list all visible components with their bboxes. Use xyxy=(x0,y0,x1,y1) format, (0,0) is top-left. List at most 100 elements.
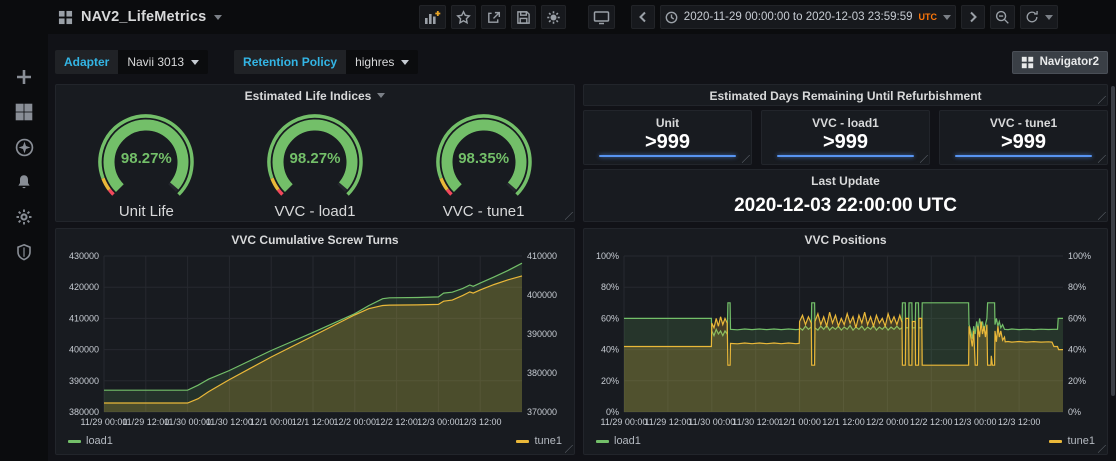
svg-text:390000: 390000 xyxy=(527,329,557,339)
dashboards-icon[interactable] xyxy=(13,101,35,123)
time-picker-button[interactable]: 2020-11-29 00:00:00 to 2020-12-03 23:59:… xyxy=(659,5,956,29)
stat-title[interactable]: Unit xyxy=(584,111,751,130)
legend-swatch-load1 xyxy=(596,439,609,443)
adapter-label: Adapter xyxy=(55,50,119,74)
sidebar xyxy=(0,0,48,461)
legend-load1[interactable]: load1 xyxy=(68,435,113,447)
svg-text:40%: 40% xyxy=(601,345,619,355)
stat-value: >999 xyxy=(1000,131,1047,153)
time-range-back-button[interactable] xyxy=(630,5,655,29)
svg-text:12/3 12:00: 12/3 12:00 xyxy=(998,417,1041,427)
screw-turns-chart[interactable]: 380000 390000 400000 410000 420000 430000 3700… xyxy=(58,250,572,434)
adapter-variable: Adapter Navii 3013 xyxy=(55,50,209,74)
retention-policy-caret-icon xyxy=(401,59,410,65)
gauge-unit-life: 98.27% Unit Life xyxy=(66,106,226,220)
svg-text:12/1 12:00: 12/1 12:00 xyxy=(292,417,335,427)
panel-title-vvc-positions[interactable]: VVC Positions xyxy=(584,229,1107,250)
time-range-forward-button[interactable] xyxy=(961,5,985,29)
create-plus-icon[interactable] xyxy=(13,66,35,88)
explore-compass-icon[interactable] xyxy=(13,136,35,158)
legend-tune1[interactable]: tune1 xyxy=(516,435,562,447)
dashboard-title-caret-icon[interactable] xyxy=(214,14,223,20)
svg-text:12/3 00:00: 12/3 00:00 xyxy=(954,417,997,427)
svg-text:11/30 12:00: 11/30 12:00 xyxy=(732,417,779,427)
gauge-vvc-tune1: 98.35% VVC - tune1 xyxy=(404,106,564,220)
panel-title-days-remaining[interactable]: Estimated Days Remaining Until Refurbish… xyxy=(584,85,1107,106)
svg-text:12/1 00:00: 12/1 00:00 xyxy=(250,417,293,427)
dashboard-title[interactable]: NAV2_LifeMetrics xyxy=(81,9,206,25)
share-button[interactable] xyxy=(480,5,506,29)
legend-tune1[interactable]: tune1 xyxy=(1049,435,1095,447)
star-button[interactable] xyxy=(450,5,476,29)
stat-value: >999 xyxy=(822,131,869,153)
adapter-caret-icon xyxy=(191,59,200,65)
dashboard-grid-icon xyxy=(58,10,73,24)
svg-text:420000: 420000 xyxy=(69,282,99,292)
svg-text:12/3 00:00: 12/3 00:00 xyxy=(417,417,460,427)
zoom-out-button[interactable] xyxy=(990,5,1015,29)
panel-vvc-positions: VVC Positions 0% 20% 40% 60% 80% 100% 0% 20% 40%… xyxy=(583,228,1108,455)
svg-text:40%: 40% xyxy=(1068,345,1086,355)
svg-text:0%: 0% xyxy=(1068,407,1081,417)
panel-title-last-update[interactable]: Last Update xyxy=(584,170,1107,191)
retention-policy-value: highres xyxy=(355,55,395,69)
gauge-value: 98.27% xyxy=(289,150,341,167)
panel-last-update: Last Update 2020-12-03 22:00:00 UTC xyxy=(583,169,1108,222)
retention-policy-variable: Retention Policy highres xyxy=(234,50,419,74)
dashboard-settings-button[interactable] xyxy=(540,5,566,29)
clock-icon xyxy=(665,11,678,23)
stat-sparkline xyxy=(599,155,736,157)
panel-stat-vvc-load1: VVC - load1 >999 xyxy=(761,110,930,165)
panel-menu-caret-icon[interactable] xyxy=(377,93,386,98)
retention-policy-label: Retention Policy xyxy=(234,50,347,74)
svg-text:12/2 12:00: 12/2 12:00 xyxy=(910,417,953,427)
retention-policy-select[interactable]: highres xyxy=(346,50,419,74)
gauge-value: 98.35% xyxy=(458,150,510,167)
stat-sparkline xyxy=(955,155,1092,157)
svg-text:12/1 00:00: 12/1 00:00 xyxy=(778,417,821,427)
svg-text:12/2 00:00: 12/2 00:00 xyxy=(334,417,377,427)
stat-title[interactable]: VVC - load1 xyxy=(762,111,929,130)
svg-text:11/29 00:00: 11/29 00:00 xyxy=(81,417,128,427)
navigator2-grid-icon xyxy=(1021,56,1033,68)
time-range-text: 2020-11-29 00:00:00 to 2020-12-03 23:59:… xyxy=(683,11,913,23)
svg-text:400000: 400000 xyxy=(527,290,557,300)
panel-title-screw-turns[interactable]: VVC Cumulative Screw Turns xyxy=(56,229,574,250)
gauge-label: VVC - tune1 xyxy=(442,203,525,220)
panel-estimated-life-indices: Estimated Life Indices 98.27% Unit Life … xyxy=(55,84,575,222)
svg-text:0%: 0% xyxy=(606,407,619,417)
svg-text:11/29 12:00: 11/29 12:00 xyxy=(122,417,169,427)
last-update-value: 2020-12-03 22:00:00 UTC xyxy=(734,195,957,216)
svg-text:410000: 410000 xyxy=(69,313,99,323)
cycle-view-monitor-button[interactable] xyxy=(587,5,615,29)
stat-title[interactable]: VVC - tune1 xyxy=(940,111,1107,130)
scrollbar-thumb[interactable] xyxy=(1111,86,1115,396)
alerting-bell-icon[interactable] xyxy=(13,171,35,193)
svg-text:100%: 100% xyxy=(1068,251,1091,261)
svg-text:11/29 00:00: 11/29 00:00 xyxy=(601,417,648,427)
svg-text:80%: 80% xyxy=(1068,282,1086,292)
time-picker-caret-icon xyxy=(943,14,951,20)
server-admin-shield-icon[interactable] xyxy=(13,241,35,263)
refresh-button[interactable] xyxy=(1020,5,1058,29)
panel-stat-vvc-tune1: VVC - tune1 >999 xyxy=(939,110,1108,165)
save-button[interactable] xyxy=(510,5,536,29)
svg-text:380000: 380000 xyxy=(527,368,557,378)
navigator2-button[interactable]: Navigator2 xyxy=(1011,50,1108,74)
scrollbar-track[interactable] xyxy=(1110,34,1116,461)
refresh-interval-caret-icon[interactable] xyxy=(1045,14,1053,20)
navigator2-button-label: Navigator2 xyxy=(1039,56,1099,68)
adapter-select[interactable]: Navii 3013 xyxy=(118,50,209,74)
adapter-value: Navii 3013 xyxy=(127,55,185,69)
svg-text:60%: 60% xyxy=(1068,313,1086,323)
panel-title-estimated-life-indices[interactable]: Estimated Life Indices xyxy=(56,85,574,106)
panel-stat-unit: Unit >999 xyxy=(583,110,752,165)
configuration-gear-icon[interactable] xyxy=(13,206,35,228)
svg-text:400000: 400000 xyxy=(69,345,99,355)
vvc-positions-chart[interactable]: 0% 20% 40% 60% 80% 100% 0% 20% 40% 60% 80% 100% 11/2… xyxy=(586,250,1105,434)
add-panel-button[interactable] xyxy=(418,5,446,29)
legend-load1[interactable]: load1 xyxy=(596,435,641,447)
legend-swatch-tune1 xyxy=(516,439,530,443)
svg-text:20%: 20% xyxy=(1068,376,1086,386)
panel-vvc-cumulative-screw-turns: VVC Cumulative Screw Turns 380000 390000 4… xyxy=(55,228,575,455)
